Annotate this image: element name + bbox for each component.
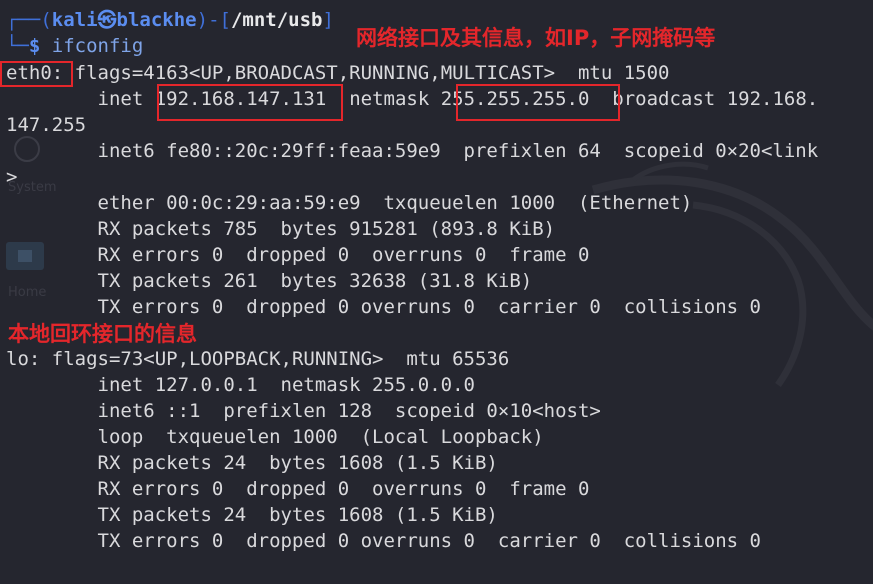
kali-dragon-watermark-icon — [591, 161, 873, 388]
lo-header-line: lo: flags=73<UP,LOOPBACK,RUNNING> mtu 65… — [6, 348, 510, 370]
highlight-eth0-netmask — [456, 84, 620, 121]
prompt-dollar: $ — [28, 35, 41, 57]
lo-tx-packets-line: TX packets 24 bytes 1608 (1.5 KiB) — [6, 504, 498, 526]
command-text: ifconfig — [51, 35, 144, 57]
eth0-inet6-wrap: > — [6, 166, 18, 188]
prompt-command-line: └─$ ifconfig — [6, 35, 144, 57]
prompt-separator: ㉿ — [97, 9, 117, 31]
prompt-user: kali — [51, 9, 98, 31]
eth0-broadcast-wrap: 147.255 — [6, 114, 87, 136]
lo-loop-line: loop txqueuelen 1000 (Local Loopback) — [6, 426, 544, 448]
terminal-window[interactable]: System Home ┌──(kali㉿blackhe)-[/mnt/usb]… — [0, 0, 873, 584]
lo-inet-line: inet 127.0.0.1 netmask 255.0.0.0 — [6, 374, 476, 396]
annotation-eth0-note: 网络接口及其信息，如IP，子网掩码等 — [356, 26, 716, 50]
prompt-top-line: ┌──(kali㉿blackhe)-[/mnt/usb] — [6, 9, 334, 31]
eth0-tx-errors-line: TX errors 0 dropped 0 overruns 0 carrier… — [6, 296, 761, 318]
eth0-inet-line: inet 192.168.147.131 netmask 255.255.255… — [6, 88, 819, 110]
lo-rx-errors-line: RX errors 0 dropped 0 overruns 0 frame 0 — [6, 478, 590, 500]
highlight-eth0-ip — [157, 84, 343, 121]
prompt-host: blackhe — [116, 9, 197, 31]
lo-inet6-line: inet6 ::1 prefixlen 128 scopeid 0×10<hos… — [6, 400, 601, 422]
highlight-eth0-name — [0, 61, 73, 87]
annotation-lo-note: 本地回环接口的信息 — [8, 322, 197, 346]
eth0-tx-packets-line: TX packets 261 bytes 32638 (31.8 KiB) — [6, 270, 533, 292]
lo-rx-packets-line: RX packets 24 bytes 1608 (1.5 KiB) — [6, 452, 498, 474]
eth0-rx-packets-line: RX packets 785 bytes 915281 (893.8 KiB) — [6, 218, 556, 240]
eth0-rx-errors-line: RX errors 0 dropped 0 overruns 0 frame 0 — [6, 244, 590, 266]
eth0-ether-line: ether 00:0c:29:aa:59:e9 txqueuelen 1000 … — [6, 192, 693, 214]
eth0-header-line: eth0: flags=4163<UP,BROADCAST,RUNNING,MU… — [6, 62, 670, 84]
lo-tx-errors-line: TX errors 0 dropped 0 overruns 0 carrier… — [6, 530, 761, 552]
eth0-inet6-line: inet6 fe80::20c:29ff:feaa:59e9 prefixlen… — [6, 140, 819, 162]
prompt-path: /mnt/usb — [230, 9, 323, 31]
